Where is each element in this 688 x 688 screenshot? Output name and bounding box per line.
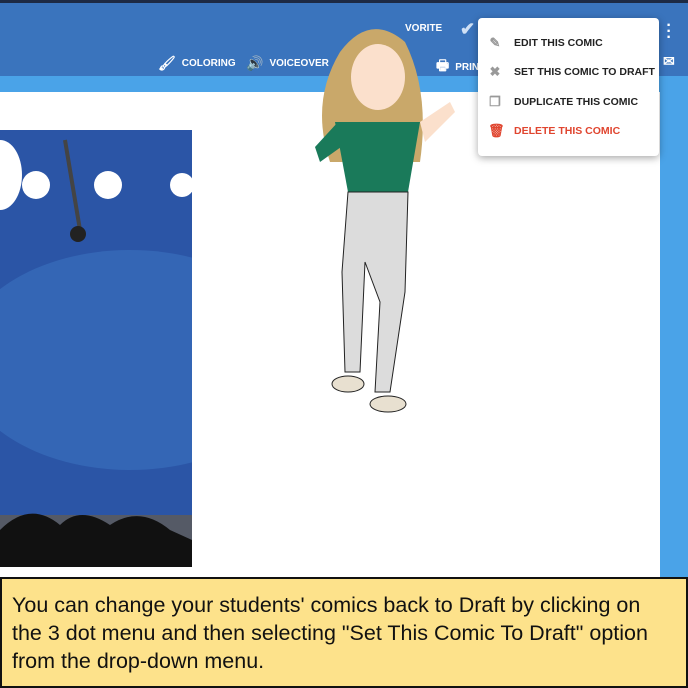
edit-comic-menu-item[interactable]: ✎ EDIT THIS COMIC — [478, 28, 659, 58]
coloring-label: COLORING — [181, 58, 236, 69]
pencil-icon: ✎ — [489, 34, 501, 50]
speaker-icon: 🔊 — [246, 55, 264, 71]
brush-icon: 🖌 — [158, 55, 176, 71]
copy-icon: ❐ — [489, 93, 501, 109]
menu-item-label: SET THIS COMIC TO DRAFT — [514, 66, 655, 79]
menu-item-label: DUPLICATE THIS COMIC — [514, 95, 639, 108]
menu-item-label: DELETE THIS COMIC — [514, 125, 621, 138]
more-options-icon[interactable]: · · · — [664, 18, 674, 46]
instruction-caption: You can change your students' comics bac… — [0, 577, 688, 688]
draft-icon: ✖ — [489, 64, 501, 80]
menu-item-label: EDIT THIS COMIC — [514, 36, 603, 49]
set-draft-menu-item[interactable]: ✖ SET THIS COMIC TO DRAFT — [478, 58, 659, 88]
comic-stage-image — [0, 130, 192, 567]
comic-panel — [0, 130, 192, 567]
duplicate-comic-menu-item[interactable]: ❐ DUPLICATE THIS COMIC — [478, 87, 659, 117]
trash-icon: 🗑 — [488, 123, 505, 139]
scrollbar[interactable] — [660, 92, 688, 577]
mail-icon[interactable]: ✉ — [663, 53, 675, 70]
coloring-button[interactable]: 🖌 COLORING — [158, 55, 236, 72]
comic-options-dropdown: ✎ EDIT THIS COMIC ✖ SET THIS COMIC TO DRAF… — [478, 18, 659, 156]
delete-comic-menu-item[interactable]: 🗑 DELETE THIS COMIC — [478, 117, 659, 147]
teacher-character-illustration — [315, 29, 455, 413]
